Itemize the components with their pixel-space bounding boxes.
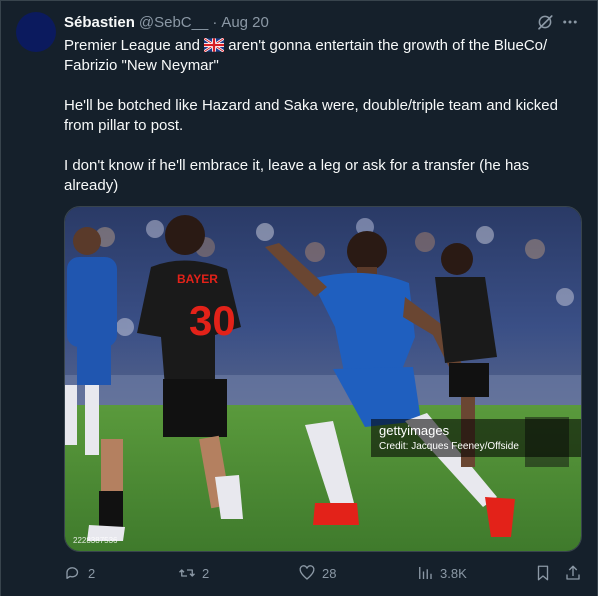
bookmark-button[interactable]: [534, 564, 552, 582]
repost-count: 2: [202, 565, 210, 581]
svg-text:BAYER: BAYER: [177, 272, 218, 286]
tweet-header: Sébastien @SebC__ · Aug 20: [64, 12, 578, 32]
separator-dot: ·: [212, 13, 218, 31]
action-bar: 2 2 28 3.8K: [64, 562, 584, 586]
like-count: 28: [322, 565, 337, 581]
share-button[interactable]: [564, 564, 582, 582]
tweet-date[interactable]: Aug 20: [221, 14, 269, 31]
views-icon: [419, 567, 432, 579]
paragraph-2: He'll be botched like Hazard and Saka we…: [64, 97, 558, 134]
football-match-photo: BAYER 30 gettyimages Credit: Jacques Fee…: [65, 207, 581, 551]
paragraph-1: Premier League and aren't gonna entertai…: [64, 36, 574, 76]
text-line-2: Fabrizio "New Neymar": [64, 57, 219, 74]
top-border: [0, 0, 598, 1]
author-handle[interactable]: @SebC__: [139, 14, 208, 31]
author-name[interactable]: Sébastien: [64, 14, 135, 31]
views-count: 3.8K: [440, 565, 467, 581]
like-button[interactable]: 28: [298, 564, 336, 582]
views-button[interactable]: 3.8K: [416, 564, 467, 582]
repost-button[interactable]: 2: [178, 564, 209, 582]
text-line-1a: Premier League and: [64, 37, 200, 54]
grok-icon[interactable]: [536, 13, 554, 31]
tweet-photo[interactable]: BAYER 30 gettyimages Credit: Jacques Fee…: [64, 206, 582, 552]
avatar[interactable]: [16, 12, 56, 52]
bookmark-icon: [537, 565, 549, 581]
reply-count: 2: [88, 565, 96, 581]
share-icon: [566, 565, 580, 580]
left-border: [0, 0, 1, 596]
uk-flag-icon: [204, 38, 225, 52]
paragraph-3: I don't know if he'll embrace it, leave …: [64, 157, 530, 194]
more-options-icon[interactable]: [561, 13, 579, 31]
reply-button[interactable]: 2: [64, 564, 95, 582]
image-id: 2228387536: [73, 536, 118, 545]
getty-watermark: gettyimages: [379, 423, 450, 438]
reply-icon: [66, 567, 79, 579]
svg-text:30: 30: [189, 297, 236, 344]
tweet-text: Premier League and aren't gonna entertai…: [64, 36, 574, 196]
repost-icon: [179, 569, 195, 577]
heart-icon: [299, 565, 315, 580]
text-line-1b: aren't gonna entertain the growth of the…: [228, 37, 548, 54]
photo-credit: Credit: Jacques Feeney/Offside: [379, 441, 519, 452]
